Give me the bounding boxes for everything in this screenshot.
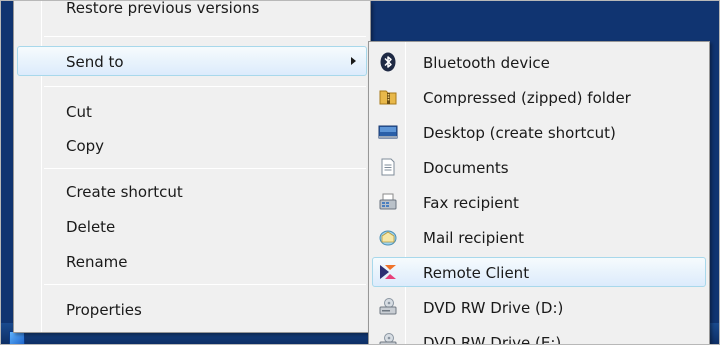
menu-item-label: Restore previous versions (66, 0, 260, 17)
dvd-drive-icon (379, 333, 397, 344)
submenu-item-dvd-drive-d[interactable]: DVD RW Drive (D:) (372, 292, 706, 322)
submenu-item-mail-recipient[interactable]: Mail recipient (372, 222, 706, 252)
documents-icon (381, 158, 395, 176)
menu-separator (44, 86, 366, 87)
submenu-item-documents[interactable]: Documents (372, 152, 706, 182)
taskbar-app-icon[interactable] (9, 331, 25, 344)
bluetooth-icon (380, 52, 396, 72)
submenu-item-remote-client[interactable]: Remote Client (372, 257, 706, 287)
menu-item-create-shortcut[interactable]: Create shortcut (17, 176, 367, 206)
context-menu: Restore previous versions Send to Cut Co… (13, 1, 371, 333)
menu-item-copy[interactable]: Copy (17, 130, 367, 160)
menu-separator (44, 168, 366, 169)
submenu-item-desktop-shortcut[interactable]: Desktop (create shortcut) (372, 117, 706, 147)
remote-client-icon (380, 265, 396, 279)
submenu-item-bluetooth-device[interactable]: Bluetooth device (372, 47, 706, 77)
menu-item-properties[interactable]: Properties (17, 294, 367, 324)
submenu-item-label: Fax recipient (423, 194, 519, 212)
submenu-item-label: Mail recipient (423, 229, 525, 247)
desktop-icon (378, 125, 398, 139)
menu-item-delete[interactable]: Delete (17, 211, 367, 241)
submenu-item-label: DVD RW Drive (E:) (423, 334, 562, 345)
submenu-item-dvd-drive-e[interactable]: DVD RW Drive (E:) (372, 327, 706, 345)
menu-item-rename[interactable]: Rename (17, 246, 367, 276)
submenu-item-label: Bluetooth device (423, 54, 550, 72)
submenu-item-label: DVD RW Drive (D:) (423, 299, 564, 317)
dvd-drive-icon (379, 298, 397, 315)
menu-item-label: Rename (66, 253, 128, 271)
screenshot-frame: Restore previous versions Send to Cut Co… (0, 0, 720, 345)
submenu-item-fax-recipient[interactable]: Fax recipient (372, 187, 706, 217)
submenu-item-compressed-folder[interactable]: Compressed (zipped) folder (372, 82, 706, 112)
submenu-item-label: Documents (423, 159, 509, 177)
menu-separator (44, 36, 366, 37)
menu-item-restore-previous-versions[interactable]: Restore previous versions (17, 0, 367, 22)
menu-item-label: Create shortcut (66, 183, 183, 201)
menu-item-label: Copy (66, 137, 105, 155)
menu-item-label: Delete (66, 218, 116, 236)
menu-separator (44, 284, 366, 285)
menu-item-cut[interactable]: Cut (17, 96, 367, 126)
mail-icon (379, 230, 397, 246)
menu-item-label: Properties (66, 301, 142, 319)
menu-item-send-to[interactable]: Send to (17, 46, 367, 76)
zip-folder-icon (379, 90, 397, 105)
submenu-item-label: Desktop (create shortcut) (423, 124, 616, 142)
fax-icon (379, 193, 397, 210)
send-to-submenu: Bluetooth device Compressed (zipped) fol… (368, 41, 710, 345)
submenu-item-label: Compressed (zipped) folder (423, 89, 631, 107)
submenu-item-label: Remote Client (423, 264, 530, 282)
menu-item-label: Send to (66, 53, 124, 71)
submenu-arrow-icon (351, 57, 356, 65)
menu-item-label: Cut (66, 103, 92, 121)
